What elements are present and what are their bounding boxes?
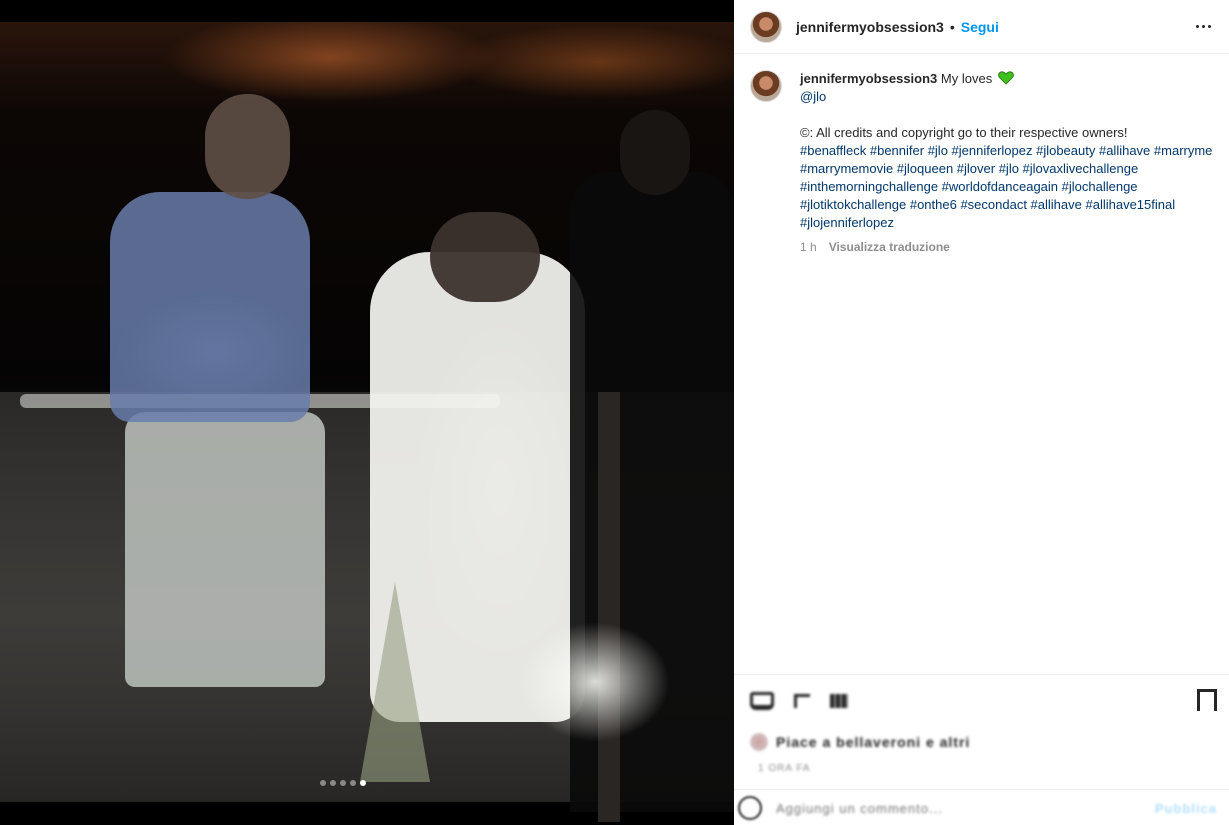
person-in-dark-head bbox=[620, 110, 690, 195]
post-timestamp: 1 ORA FA bbox=[758, 763, 811, 774]
comment-bar: Pubblica bbox=[734, 789, 1229, 825]
carousel-dot bbox=[320, 780, 326, 786]
post-panel: jennifermyobsession3 • Segui jennifermyo… bbox=[734, 0, 1229, 825]
publish-button[interactable]: Pubblica bbox=[1155, 801, 1217, 816]
header-separator: • bbox=[949, 18, 955, 35]
emoji-icon[interactable] bbox=[738, 796, 762, 820]
more-options-icon[interactable] bbox=[1191, 14, 1215, 38]
caption-avatar[interactable] bbox=[750, 70, 782, 102]
follow-button[interactable]: Segui bbox=[961, 19, 999, 35]
carousel-dot bbox=[330, 780, 336, 786]
liker-avatar bbox=[750, 733, 768, 751]
likes-text[interactable]: Piace a bellaveroni e altri bbox=[776, 734, 970, 750]
comment-input[interactable] bbox=[776, 800, 1155, 816]
author-avatar[interactable] bbox=[750, 10, 782, 43]
action-bar bbox=[750, 689, 848, 710]
translate-button[interactable]: Visualizza traduzione bbox=[829, 238, 950, 256]
man-legs bbox=[125, 412, 325, 687]
more-dot bbox=[1195, 24, 1199, 28]
green-heart-icon bbox=[998, 71, 1014, 85]
post-footer: Piace a bellaveroni e altri 1 ORA FA Pub… bbox=[734, 674, 1229, 825]
like-icon[interactable] bbox=[750, 692, 774, 710]
caption-mention[interactable]: @jlo bbox=[800, 88, 1215, 106]
caption-time: 1 h bbox=[800, 240, 817, 254]
more-dot bbox=[1207, 24, 1211, 28]
save-bookmark-icon[interactable] bbox=[1197, 689, 1217, 711]
caption-meta: 1 h Visualizza traduzione bbox=[800, 238, 1215, 256]
carousel-dot bbox=[350, 780, 356, 786]
comment-icon[interactable] bbox=[794, 694, 810, 708]
carousel-indicator bbox=[320, 780, 366, 786]
share-icon[interactable] bbox=[830, 694, 848, 708]
post-photo bbox=[0, 22, 734, 822]
man-head bbox=[205, 94, 290, 199]
post-media[interactable] bbox=[0, 0, 734, 825]
caption: jennifermyobsession3 My loves @jlo ©: Al… bbox=[800, 70, 1215, 256]
carousel-dot bbox=[360, 780, 366, 786]
man-torso bbox=[110, 192, 310, 422]
carousel-dot bbox=[340, 780, 346, 786]
light-glow bbox=[520, 622, 670, 742]
caption-username[interactable]: jennifermyobsession3 bbox=[800, 71, 937, 86]
caption-block: jennifermyobsession3 My loves @jlo ©: Al… bbox=[750, 70, 1215, 256]
author-username[interactable]: jennifermyobsession3 bbox=[796, 19, 944, 35]
post-header: jennifermyobsession3 • Segui bbox=[734, 0, 1229, 54]
likes-row[interactable]: Piace a bellaveroni e altri bbox=[750, 733, 970, 751]
woman-head bbox=[430, 212, 540, 302]
more-dot bbox=[1201, 24, 1205, 28]
flag bbox=[360, 582, 430, 782]
boat-pole bbox=[598, 392, 620, 822]
caption-hashtags[interactable]: #benaffleck #bennifer #jlo #jenniferlope… bbox=[800, 142, 1215, 232]
caption-credits: ©: All credits and copyright go to their… bbox=[800, 125, 1128, 140]
caption-text: My loves bbox=[940, 71, 993, 86]
